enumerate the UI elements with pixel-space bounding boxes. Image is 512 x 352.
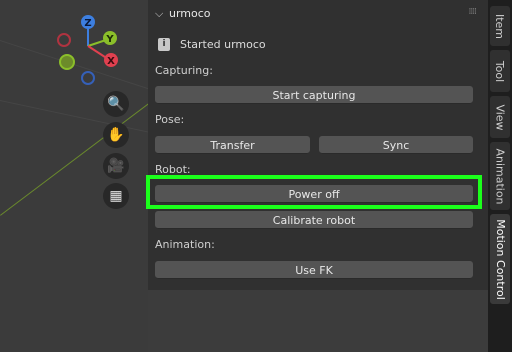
sidebar-tabs: Item Tool View Animation Motion Control [488, 0, 512, 352]
start-capturing-button[interactable]: Start capturing [155, 86, 473, 104]
tab-item[interactable]: Item [490, 6, 510, 46]
tab-label: View [493, 103, 507, 131]
calibrate-robot-button[interactable]: Calibrate robot [155, 211, 473, 229]
tab-label: Animation [493, 147, 507, 205]
svg-text:Y: Y [105, 34, 114, 45]
pan-button[interactable]: ✋ [103, 122, 129, 148]
tab-label: Tool [493, 60, 507, 82]
drag-handle-icon[interactable]: ⁞⁞⁞⁞ [469, 7, 478, 17]
tab-tool[interactable]: Tool [490, 50, 510, 92]
tab-label: Item [493, 13, 507, 39]
tab-motion-control[interactable]: Motion Control [490, 214, 510, 304]
svg-text:X: X [107, 56, 115, 67]
capturing-label: Capturing: [155, 64, 213, 77]
z-axis-handle[interactable]: Z [81, 15, 95, 29]
zoom-button[interactable]: 🔍 [103, 91, 129, 117]
zoom-icon: 🔍 [107, 96, 125, 112]
tab-animation[interactable]: Animation [490, 142, 510, 210]
camera-view-button[interactable]: 🎥 [103, 153, 129, 179]
x-axis-handle[interactable]: X [104, 53, 118, 67]
camera-icon: 🎥 [107, 158, 125, 174]
use-fk-button[interactable]: Use FK [155, 261, 473, 279]
neg-x-axis-handle[interactable] [57, 33, 71, 47]
animation-label: Animation: [155, 238, 215, 251]
chevron-down-icon[interactable]: ⌵ [155, 7, 163, 21]
sync-button[interactable]: Sync [319, 136, 473, 154]
neg-y-axis-handle[interactable] [59, 54, 75, 70]
transfer-button[interactable]: Transfer [155, 136, 310, 154]
highlight-box [146, 175, 482, 209]
3d-viewport[interactable]: Z Y X 🔍 ✋ 🎥 ▦ [0, 0, 148, 352]
urmoco-panel: ⌵ urmoco ⁞⁞⁞⁞ i Started urmoco Capturing… [148, 0, 488, 290]
navigation-gizmo[interactable]: Z Y X [55, 12, 135, 92]
panel-title: urmoco [169, 7, 211, 20]
svg-text:Z: Z [84, 18, 91, 29]
grid-icon: ▦ [109, 188, 123, 204]
info-icon: i [158, 38, 170, 51]
panel-header[interactable]: ⌵ urmoco ⁞⁞⁞⁞ [148, 0, 488, 30]
tab-label: Motion Control [493, 218, 507, 300]
status-text: Started urmoco [180, 38, 266, 51]
pose-label: Pose: [155, 113, 185, 126]
tab-view[interactable]: View [490, 96, 510, 138]
hand-icon: ✋ [107, 127, 125, 143]
neg-z-axis-handle[interactable] [81, 71, 95, 85]
perspective-toggle-button[interactable]: ▦ [103, 183, 129, 209]
y-axis-handle[interactable]: Y [103, 31, 117, 45]
